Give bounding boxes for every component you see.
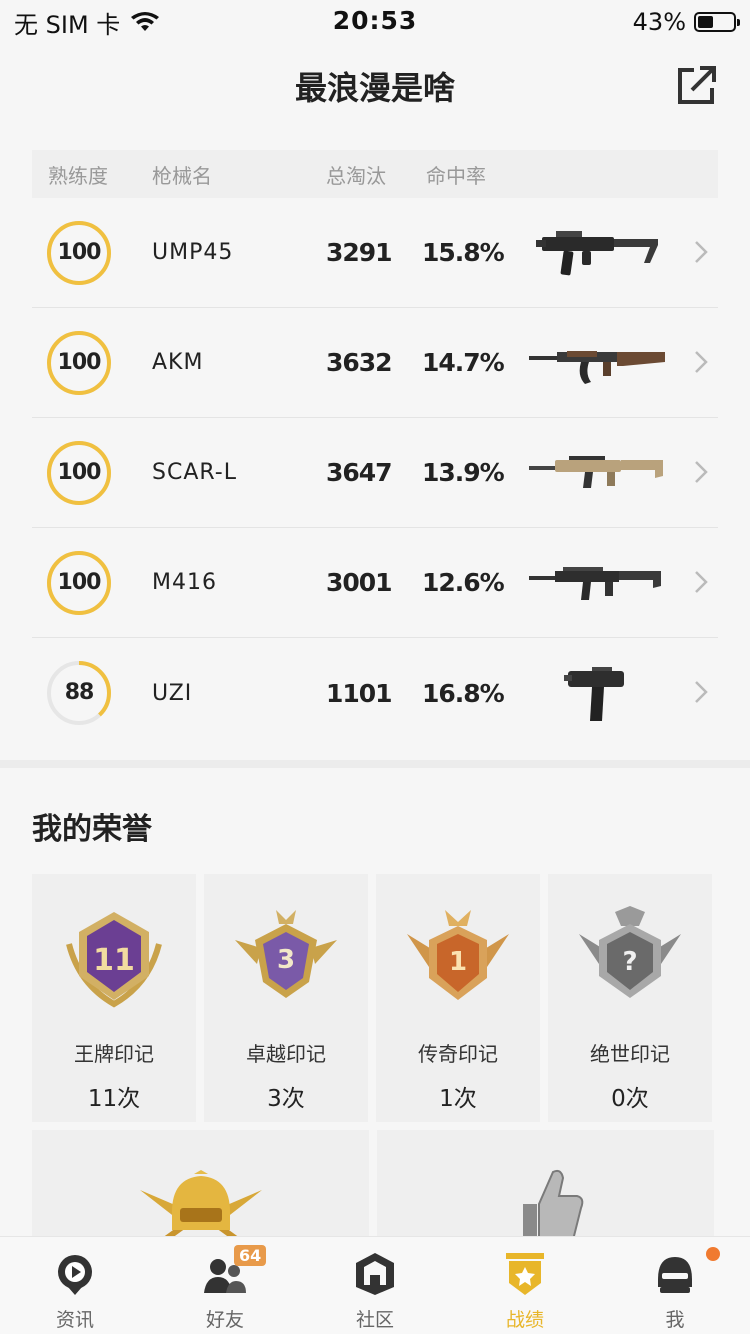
mastery-ring: 100	[46, 220, 112, 286]
tab-label: 我	[665, 1309, 685, 1331]
weapon-row[interactable]: 100 SCAR-L 3647 13.9%	[32, 418, 718, 528]
tab-friends[interactable]: 64 好友	[150, 1237, 300, 1334]
wifi-icon	[131, 12, 160, 31]
excellence-emblem-icon: 3	[235, 910, 337, 998]
column-weapon-name: 枪械名	[152, 163, 212, 188]
weapon-kills: 3647	[326, 458, 393, 487]
weapon-kills: 3291	[326, 238, 393, 267]
rifle-icon	[522, 438, 672, 508]
weapon-kills: 3632	[326, 348, 393, 377]
tab-me[interactable]: 我	[600, 1237, 750, 1334]
weapon-hit-rate: 15.8%	[422, 238, 505, 267]
friends-count-badge: 64	[234, 1245, 267, 1266]
weapon-kills: 3001	[326, 568, 393, 597]
battery-percent: 43%	[632, 8, 686, 36]
record-shield-icon	[506, 1253, 544, 1295]
column-mastery: 熟练度	[48, 163, 108, 188]
tab-community[interactable]: 社区	[300, 1237, 450, 1334]
legend-emblem-icon: 1	[407, 910, 509, 1000]
share-icon[interactable]	[672, 62, 720, 110]
svg-text:11: 11	[93, 943, 135, 978]
tab-label: 战绩	[505, 1309, 544, 1331]
section-title: 我的荣誉	[32, 812, 152, 847]
mastery-value: 100	[57, 459, 102, 485]
weapon-row[interactable]: 100 M416 3001 12.6%	[32, 528, 718, 638]
column-total-kills: 总淘汰	[326, 163, 386, 188]
bottom-tab-bar: 资讯 64 好友 社区 战绩 我	[0, 1236, 750, 1334]
chevron-right-icon	[695, 571, 708, 593]
supreme-emblem-icon: ?	[579, 906, 681, 998]
weapon-hit-rate: 13.9%	[422, 458, 505, 487]
badge-count: 1次	[439, 1086, 477, 1112]
mastery-value: 100	[57, 569, 102, 595]
column-hit-rate: 命中率	[426, 163, 486, 188]
mastery-ring: 100	[46, 440, 112, 506]
rifle-icon	[522, 548, 672, 618]
weapon-name: UMP45	[152, 240, 234, 265]
badge-label: 卓越印记	[246, 1042, 326, 1066]
weapon-kills: 1101	[326, 678, 393, 708]
mastery-ring: 100	[46, 330, 112, 396]
badge-count: 11次	[87, 1086, 141, 1112]
badge-label: 王牌印记	[74, 1042, 154, 1066]
tab-label: 社区	[355, 1309, 394, 1331]
badge-count: 3次	[267, 1086, 305, 1112]
carrier-label: 无 SIM 卡	[14, 10, 121, 39]
weapon-name: M416	[152, 570, 217, 595]
honor-badge-card[interactable]: ? 绝世印记 0次	[548, 874, 712, 1122]
battery-icon	[694, 12, 740, 32]
section-divider	[0, 760, 750, 768]
notification-dot	[706, 1247, 720, 1261]
tab-news[interactable]: 资讯	[0, 1237, 150, 1334]
badge-label: 传奇印记	[418, 1042, 498, 1066]
weapon-name: AKM	[152, 350, 204, 375]
nav-bar: 最浪漫是啥	[0, 44, 750, 128]
weapon-table: 熟练度 枪械名 总淘汰 命中率 100 UMP45 3291 15.8% 100…	[32, 150, 718, 748]
svg-text:?: ?	[622, 947, 637, 977]
tab-record[interactable]: 战绩	[450, 1237, 600, 1334]
mastery-value: 100	[57, 239, 102, 265]
weapon-row[interactable]: 100 UMP45 3291 15.8%	[32, 198, 718, 308]
pistol-smg-icon	[522, 658, 672, 728]
honor-badge-card[interactable]: 11 王牌印记 11次	[32, 874, 196, 1122]
mastery-value: 88	[64, 680, 95, 705]
rifle-icon	[522, 328, 672, 398]
weapon-row[interactable]: 88 UZI 1101 16.8%	[32, 638, 718, 748]
community-icon	[356, 1253, 394, 1295]
tab-label: 好友	[205, 1309, 244, 1331]
weapon-row[interactable]: 100 AKM 3632 14.7%	[32, 308, 718, 418]
chevron-right-icon	[695, 351, 708, 373]
profile-helmet-icon	[658, 1257, 692, 1293]
mastery-ring: 100	[46, 550, 112, 616]
weapon-name: SCAR-L	[152, 460, 237, 485]
tab-label: 资讯	[55, 1309, 94, 1331]
chevron-right-icon	[695, 461, 708, 483]
status-bar: 无 SIM 卡 20:53 43%	[0, 0, 750, 44]
page-title: 最浪漫是啥	[294, 69, 455, 107]
mastery-value: 100	[57, 349, 102, 375]
weapon-name: UZI	[152, 680, 193, 706]
weapon-hit-rate: 12.6%	[422, 568, 505, 597]
smg-icon	[522, 218, 672, 288]
badge-label: 绝世印记	[590, 1042, 670, 1066]
news-play-icon	[58, 1255, 92, 1295]
weapon-hit-rate: 16.8%	[422, 678, 505, 708]
badge-count: 0次	[611, 1086, 649, 1112]
svg-text:3: 3	[277, 945, 295, 975]
svg-text:1: 1	[449, 947, 467, 977]
weapon-hit-rate: 14.7%	[422, 348, 505, 377]
ace-emblem-icon: 11	[66, 912, 162, 1008]
honor-badge-card[interactable]: 1 传奇印记 1次	[376, 874, 540, 1122]
mastery-ring: 88	[46, 660, 112, 726]
table-header: 熟练度 枪械名 总淘汰 命中率	[32, 150, 718, 198]
chevron-right-icon	[695, 241, 708, 263]
honor-badge-card[interactable]: 3 卓越印记 3次	[204, 874, 368, 1122]
honor-section: 我的荣誉 11 王牌印记 11次 3 卓越印记 3次 1 传奇印记 1次 ? 绝…	[0, 768, 750, 1260]
chevron-right-icon	[695, 681, 708, 703]
